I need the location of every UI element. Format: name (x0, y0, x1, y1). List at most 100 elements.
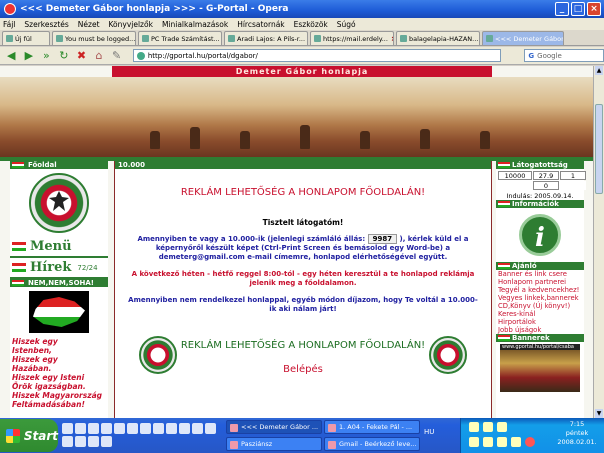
hirek-section-header[interactable]: Hírek 72/24 (10, 258, 108, 279)
next-week-paragraph: A következő héten - hétfő reggel 8:00-tó… (131, 270, 475, 287)
quicklaunch-icon[interactable] (140, 423, 151, 434)
link-mixed[interactable]: Vegyes linkek,bannerek (498, 294, 584, 302)
tab-logged[interactable]: You must be logged...× (52, 31, 136, 45)
site-logo-crest[interactable] (29, 173, 89, 233)
quick-launch (62, 420, 222, 450)
link-favorites[interactable]: Tegyél a kedvencekhez! (498, 286, 584, 294)
home-icon[interactable]: ⌂ (92, 49, 107, 63)
tray-icon[interactable] (497, 437, 507, 447)
link-marketplace[interactable]: Keres-kínál (498, 310, 584, 318)
quicklaunch-icon[interactable] (62, 423, 73, 434)
menu-edit[interactable]: Szerkesztés (24, 20, 68, 29)
quicklaunch-icon[interactable] (205, 423, 216, 434)
reload-icon[interactable]: ↻ (57, 49, 72, 63)
tray-icon[interactable] (525, 437, 535, 447)
tab-new[interactable]: Új fül (2, 31, 50, 45)
tray-icon[interactable] (511, 437, 521, 447)
link-cd-book[interactable]: CD,Könyv (Új könyv!) (498, 302, 584, 310)
menu-bar: Fájl Szerkesztés Nézet Könyvjelzők Minia… (0, 18, 604, 30)
banner-caption: www.gportal.hu/portal/csaba (500, 344, 580, 350)
tray-icon[interactable] (497, 422, 507, 432)
taskbar-button-excel[interactable]: 1. A04 - Fekete Pál - ... (324, 420, 420, 434)
link-partners[interactable]: Honlapom partnerei (498, 278, 584, 286)
page-icon (486, 35, 493, 42)
tab-close-icon[interactable]: × (391, 35, 393, 43)
menu-help[interactable]: Súgó (337, 20, 356, 29)
coat-of-arms-banner[interactable]: www.gportal.hu/portal/csaba (500, 344, 580, 392)
quicklaunch-icon[interactable] (101, 423, 112, 434)
start-button[interactable]: Start (0, 419, 58, 452)
login-heading[interactable]: Belépés (114, 364, 492, 375)
page-viewport: Demeter Gábor honlapja Főoldal Menü Híre… (0, 66, 593, 418)
taskbar-button-gmail[interactable]: Gmail - Beérkező leve... (324, 437, 420, 451)
vertical-scrollbar[interactable]: ▲ ▼ (593, 66, 604, 418)
flag-icon (12, 280, 24, 286)
tab-mail[interactable]: https://mail.erdely...× (310, 31, 394, 45)
tray-icon[interactable] (483, 437, 493, 447)
quicklaunch-icon[interactable] (101, 436, 112, 447)
hirek-count: 72/24 (77, 263, 98, 272)
page-icon (314, 35, 321, 42)
content-header: 10.000 (115, 161, 491, 169)
quicklaunch-icon[interactable] (179, 423, 190, 434)
info-icon[interactable]: i (519, 214, 561, 256)
window-title: <<< Demeter Gábor honlapja >>> - G-Porta… (20, 4, 289, 14)
scroll-up-icon[interactable]: ▲ (595, 66, 603, 75)
menu-view[interactable]: Nézet (78, 20, 100, 29)
menu-feeds[interactable]: Hírcsatornák (237, 20, 284, 29)
fast-forward-icon[interactable]: » (39, 49, 54, 63)
minimize-button[interactable]: _ (555, 2, 569, 16)
flag-icon (12, 162, 24, 168)
tab-demeter[interactable]: <<< Demeter Gábor...× (482, 31, 564, 45)
tab-pctrade[interactable]: PC Trade Számítást...× (138, 31, 222, 45)
quicklaunch-icon[interactable] (192, 423, 203, 434)
clock[interactable]: 7:15 péntek 2008.02.01. (556, 420, 598, 447)
no-website-paragraph: Amennyiben nem rendelkezel honlappal, eg… (128, 296, 478, 313)
header-banner-image (0, 77, 593, 157)
taskbar-button-opera[interactable]: <<< Demeter Gábor ... (226, 420, 322, 434)
main-content: 10.000 REKLÁM LEHETŐSÉG A HONLAPOM FŐOLD… (114, 161, 492, 418)
quicklaunch-icon[interactable] (75, 436, 86, 447)
windows-logo-icon (6, 428, 20, 443)
quicklaunch-icon[interactable] (75, 423, 86, 434)
menu-section-header[interactable]: Menü (10, 237, 108, 258)
rider-figure (190, 127, 200, 149)
tab-balagelapia[interactable]: balagelapia-HAZAN...× (396, 31, 480, 45)
quicklaunch-icon[interactable] (88, 423, 99, 434)
wand-icon[interactable]: ✎ (109, 49, 124, 63)
quicklaunch-icon[interactable] (166, 423, 177, 434)
close-button[interactable]: × (587, 2, 601, 16)
window-controls: _ □ × (555, 2, 601, 16)
menu-bookmarks[interactable]: Könyvjelzők (109, 20, 153, 29)
quicklaunch-icon[interactable] (114, 423, 125, 434)
menu-heading: Menü (30, 239, 72, 254)
forward-icon[interactable]: ▶ (22, 49, 37, 63)
language-indicator[interactable]: HU (424, 428, 438, 440)
tray-icon[interactable] (483, 422, 493, 432)
stop-icon[interactable]: ✖ (74, 49, 89, 63)
tray-icon[interactable] (469, 437, 479, 447)
quicklaunch-icon[interactable] (62, 436, 73, 447)
windows-taskbar: Start <<< Demeter Gábor ... 1. A04 - Fek… (0, 418, 604, 453)
maximize-button[interactable]: □ (571, 2, 585, 16)
quicklaunch-icon[interactable] (127, 423, 138, 434)
menu-tools[interactable]: Eszközök (294, 20, 328, 29)
scroll-down-icon[interactable]: ▼ (595, 409, 603, 418)
scroll-thumb[interactable] (595, 104, 603, 194)
tab-aradi[interactable]: Aradi Lajos: A Pils-r...× (224, 31, 308, 45)
address-bar[interactable]: http://gportal.hu/portal/dgabor/ (132, 49, 502, 62)
quicklaunch-icon[interactable] (153, 423, 164, 434)
quicklaunch-icon[interactable] (88, 436, 99, 447)
menu-file[interactable]: Fájl (3, 20, 15, 29)
taskbar-button-solitaire[interactable]: Pasziánsz (226, 437, 322, 451)
back-icon[interactable]: ◀ (4, 49, 19, 63)
search-field[interactable]: G Google (524, 49, 604, 62)
tray-icon[interactable] (469, 422, 479, 432)
link-newspapers[interactable]: Jobb újságok (498, 326, 584, 334)
right-column: Látogatottság 10000 27.9 1 0 Indulás: 20… (496, 161, 586, 418)
link-news-portals[interactable]: Hirportálok (498, 318, 584, 326)
link-banner-exchange[interactable]: Banner és link csere (498, 270, 584, 278)
launch-date: Indulás: 2005.09.14. (506, 192, 574, 200)
menu-widgets[interactable]: Minialkalmazások (162, 20, 228, 29)
flag-icon (498, 335, 510, 341)
